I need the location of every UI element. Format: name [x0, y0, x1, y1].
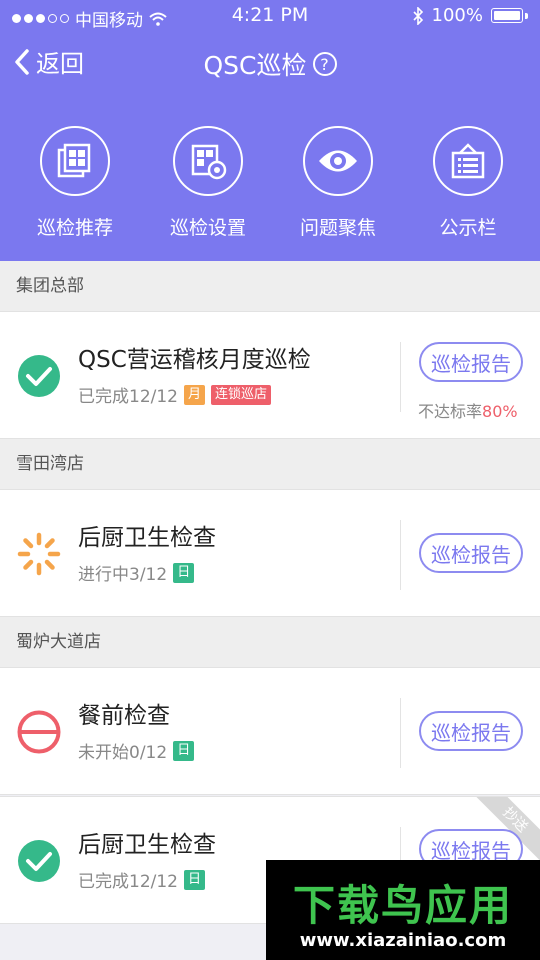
- bluetooth-icon: [412, 6, 423, 25]
- quick-action-recommend[interactable]: 巡检推荐: [10, 126, 140, 240]
- report-button[interactable]: 巡检报告: [419, 533, 523, 573]
- copy-grid-icon: [40, 126, 110, 196]
- battery-percent: 100%: [431, 5, 483, 26]
- task-status: 已完成12/12: [78, 872, 178, 892]
- task-meta: 已完成12/12 月 连锁巡店: [78, 382, 272, 407]
- watermark-url: www.xiazainiao.com: [299, 930, 507, 951]
- frequency-tag: 月: [184, 384, 206, 405]
- task-status: 进行中3/12: [78, 565, 168, 585]
- help-icon[interactable]: ?: [312, 52, 337, 76]
- quick-action-label: 巡检设置: [169, 217, 246, 239]
- status-bar: 中国移动 4:21 PM 100%: [0, 0, 540, 34]
- check-circle-icon: [18, 355, 60, 397]
- fail-rate-value: 80%: [482, 402, 518, 421]
- check-circle-icon: [18, 840, 60, 882]
- frequency-tag: 日: [173, 562, 195, 583]
- grid-gear-icon: [173, 126, 243, 196]
- section-header: 雪田湾店: [0, 439, 540, 489]
- task-card[interactable]: 餐前检查 未开始0/12 日 巡检报告: [0, 667, 540, 795]
- quick-action-label: 巡检推荐: [36, 217, 113, 239]
- quick-action-label: 公示栏: [439, 217, 497, 239]
- watermark-brand: 下载鸟应用: [292, 881, 513, 930]
- task-title: 餐前检查: [78, 703, 170, 729]
- task-status: 已完成12/12: [78, 387, 178, 407]
- task-card[interactable]: 后厨卫生检查 进行中3/12 日 巡检报告: [0, 489, 540, 617]
- header: 中国移动 4:21 PM 100% 返回 QSC巡检 ? 巡检推荐 巡检设置 问…: [0, 0, 540, 261]
- task-meta: 进行中3/12 日: [78, 560, 195, 585]
- fail-rate-label: 不达标率: [418, 402, 483, 421]
- watermark: 下载鸟应用 www.xiazainiao.com: [266, 860, 540, 960]
- divider: [400, 520, 401, 590]
- status-right: 100%: [412, 5, 528, 26]
- quick-action-notice-board[interactable]: 公示栏: [403, 126, 533, 240]
- task-card[interactable]: QSC营运稽核月度巡检 已完成12/12 月 连锁巡店 巡检报告 不达标率80%: [0, 311, 540, 439]
- task-meta: 已完成12/12 日: [78, 867, 206, 892]
- report-button[interactable]: 巡检报告: [419, 711, 523, 751]
- task-title: 后厨卫生检查: [78, 832, 216, 858]
- section-header: 集团总部: [0, 261, 540, 311]
- loading-spinner-icon: [17, 532, 61, 576]
- quick-action-focus[interactable]: 问题聚焦: [273, 126, 403, 240]
- battery-icon: [491, 8, 523, 23]
- page-title: QSC巡检 ?: [0, 46, 540, 82]
- fail-rate: 不达标率80%: [418, 398, 518, 422]
- task-meta: 未开始0/12 日: [78, 738, 195, 763]
- nav-bar: 返回 QSC巡检 ?: [0, 40, 540, 84]
- battery-tip: [525, 12, 528, 19]
- page-title-text: QSC巡检: [203, 51, 307, 80]
- task-status: 未开始0/12: [78, 743, 168, 763]
- quick-action-settings[interactable]: 巡检设置: [143, 126, 273, 240]
- notice-board-icon: [433, 126, 503, 196]
- divider: [400, 698, 401, 768]
- task-title: 后厨卫生检查: [78, 525, 216, 551]
- frequency-tag: 日: [184, 869, 206, 890]
- section-header: 蜀炉大道店: [0, 617, 540, 667]
- report-button[interactable]: 巡检报告: [419, 342, 523, 382]
- divider: [400, 342, 401, 412]
- task-title: QSC营运稽核月度巡检: [78, 347, 311, 373]
- not-started-icon: [17, 710, 61, 754]
- eye-icon: [303, 126, 373, 196]
- type-tag: 连锁巡店: [211, 384, 272, 405]
- quick-action-label: 问题聚焦: [299, 217, 376, 239]
- frequency-tag: 日: [173, 740, 195, 761]
